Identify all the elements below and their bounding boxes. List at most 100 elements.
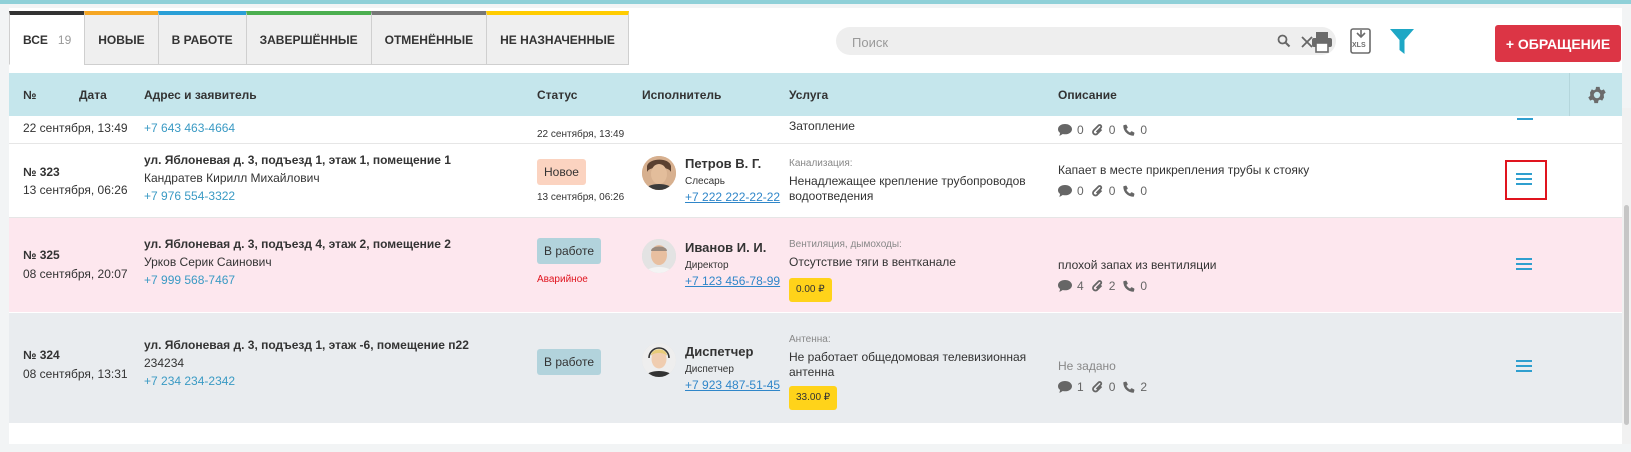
- table-settings-button[interactable]: [1569, 73, 1623, 116]
- comments-count: 1: [1077, 380, 1084, 394]
- date-text: 22 сентября: [23, 121, 91, 135]
- request-number[interactable]: № 325: [23, 246, 60, 264]
- time-text: , 13:31: [90, 367, 128, 381]
- service-name: Отсутствие тяги в вентканале: [789, 255, 956, 269]
- files-count: 0: [1108, 123, 1116, 137]
- print-icon[interactable]: [1311, 31, 1333, 58]
- comments-count: 0: [1077, 123, 1084, 137]
- row-date: 08 сентября, 20:07: [23, 265, 128, 283]
- status-badge[interactable]: Новое: [537, 159, 586, 185]
- service-name: Затопление: [789, 119, 855, 133]
- row-menu-button[interactable]: [1515, 116, 1535, 128]
- comment-icon: [1058, 185, 1072, 197]
- executor-name[interactable]: Иванов И. И.: [685, 239, 766, 257]
- tab-count: 19: [57, 32, 72, 47]
- status-date: 22 сентября, 13:49: [537, 129, 625, 140]
- col-date[interactable]: Дата: [79, 88, 107, 102]
- avatar: [642, 156, 676, 190]
- tab-label: В РАБОТЕ: [171, 32, 233, 47]
- search-input[interactable]: [850, 27, 1274, 57]
- row-menu-button[interactable]: [1514, 358, 1534, 374]
- row-date: 22 сентября, 13:49: [23, 119, 128, 137]
- table-header: № Дата Адрес и заявитель Статус Исполнит…: [9, 73, 1622, 116]
- price-cell: 0.00 ₽: [789, 278, 832, 302]
- col-service[interactable]: Услуга: [789, 88, 828, 102]
- executor-name[interactable]: Диспетчер: [685, 343, 753, 361]
- new-request-button[interactable]: + ОБРАЩЕНИЕ: [1495, 25, 1621, 62]
- row-menu-button[interactable]: [1514, 171, 1534, 187]
- activity-counts: 0 0 0: [1058, 121, 1155, 139]
- col-executor[interactable]: Исполнитель: [642, 88, 721, 102]
- applicant-phone[interactable]: +7 643 463-4664: [144, 119, 235, 137]
- status-badge[interactable]: В работе: [537, 349, 602, 375]
- activity-counts: 4 2 0: [1058, 277, 1155, 295]
- menu-icon: [1516, 258, 1532, 270]
- tab-in-progress[interactable]: В РАБОТЕ: [157, 11, 247, 65]
- executor-phone[interactable]: +7 222 222-22-22: [685, 188, 780, 206]
- xls-export-icon[interactable]: XLS: [1349, 28, 1373, 59]
- service-category: Антенна:: [789, 334, 831, 345]
- status-cell: Новое: [537, 159, 586, 185]
- price-badge: 33.00 ₽: [789, 386, 838, 410]
- avatar: [642, 343, 676, 377]
- row-date: 13 сентября, 06:26: [23, 181, 128, 199]
- col-status[interactable]: Статус: [537, 88, 577, 102]
- table-row[interactable]: 22 сентября, 13:49 +7 643 463-4664 22 се…: [9, 116, 1622, 144]
- applicant-phone[interactable]: +7 976 554-3322: [144, 187, 235, 205]
- col-address[interactable]: Адрес и заявитель: [144, 88, 257, 102]
- service-category: Канализация:: [789, 158, 853, 169]
- menu-icon: [1516, 173, 1532, 185]
- table-row[interactable]: № 323 13 сентября, 06:26 ул. Яблоневая д…: [9, 144, 1622, 218]
- table-row[interactable]: № 325 08 сентября, 20:07 ул. Яблоневая д…: [9, 218, 1622, 312]
- description: Капает в месте прикрепления трубы к стоя…: [1058, 163, 1310, 177]
- files-count: 2: [1108, 279, 1116, 293]
- executor-phone[interactable]: +7 923 487-51-45: [685, 376, 780, 394]
- status-badge[interactable]: В работе: [537, 238, 602, 264]
- comment-icon: [1058, 124, 1072, 136]
- attachment-icon: [1091, 380, 1102, 392]
- executor-phone[interactable]: +7 123 456-78-99: [685, 272, 780, 290]
- tab-completed[interactable]: ЗАВЕРШЁННЫЕ: [245, 11, 372, 65]
- menu-icon: [1517, 118, 1533, 120]
- address: ул. Яблоневая д. 3, подъезд 1, этаж 1, п…: [144, 153, 451, 167]
- comments-count: 4: [1077, 279, 1084, 293]
- time-text: , 20:07: [90, 267, 128, 281]
- comment-icon: [1058, 280, 1072, 292]
- phone-icon: [1123, 185, 1135, 197]
- table-row[interactable]: № 324 08 сентября, 13:31 ул. Яблоневая д…: [9, 313, 1622, 423]
- executor-name[interactable]: Петров В. Г.: [685, 155, 761, 173]
- col-num[interactable]: №: [23, 88, 36, 102]
- address: ул. Яблоневая д. 3, подъезд 1, этаж -6, …: [144, 338, 469, 352]
- scrollbar-thumb[interactable]: [1624, 205, 1629, 425]
- description: Не задано: [1058, 359, 1116, 373]
- price-cell: 33.00 ₽: [789, 386, 838, 410]
- service-category: Вентиляция, дымоходы:: [789, 239, 902, 250]
- attachment-icon: [1091, 279, 1102, 291]
- row-menu-button[interactable]: [1514, 256, 1534, 272]
- filter-icon[interactable]: [1390, 29, 1414, 60]
- time-text: , 06:26: [90, 183, 128, 197]
- service-name: Ненадлежащее крепление трубопроводов вод…: [789, 172, 1026, 205]
- tab-cancelled[interactable]: ОТМЕНЁННЫЕ: [370, 11, 488, 65]
- search-icon[interactable]: [1277, 34, 1291, 53]
- status-cell: В работе: [537, 349, 602, 375]
- tab-label: ВСЕ: [23, 32, 48, 47]
- tab-all[interactable]: ВСЕ 19: [9, 11, 86, 65]
- request-number[interactable]: № 324: [23, 346, 60, 364]
- request-number[interactable]: № 323: [23, 163, 60, 181]
- activity-counts: 0 0 0: [1058, 182, 1155, 200]
- tab-label: ОТМЕНЁННЫЕ: [384, 32, 474, 47]
- comments-count: 0: [1077, 184, 1084, 198]
- date-text: 13 сентября: [23, 183, 91, 197]
- row-date: 08 сентября, 13:31: [23, 365, 128, 383]
- calls-count: 0: [1140, 184, 1148, 198]
- avatar: [642, 239, 676, 273]
- col-description[interactable]: Описание: [1058, 88, 1117, 102]
- date-text: 08 сентября: [23, 267, 91, 281]
- files-count: 0: [1108, 184, 1116, 198]
- applicant-phone[interactable]: +7 234 234-2342: [144, 372, 235, 390]
- applicant-phone[interactable]: +7 999 568-7467: [144, 271, 235, 289]
- price-badge: 0.00 ₽: [789, 278, 832, 302]
- tab-unassigned[interactable]: НЕ НАЗНАЧЕННЫЕ: [486, 11, 629, 65]
- tab-new[interactable]: НОВЫЕ: [84, 11, 159, 65]
